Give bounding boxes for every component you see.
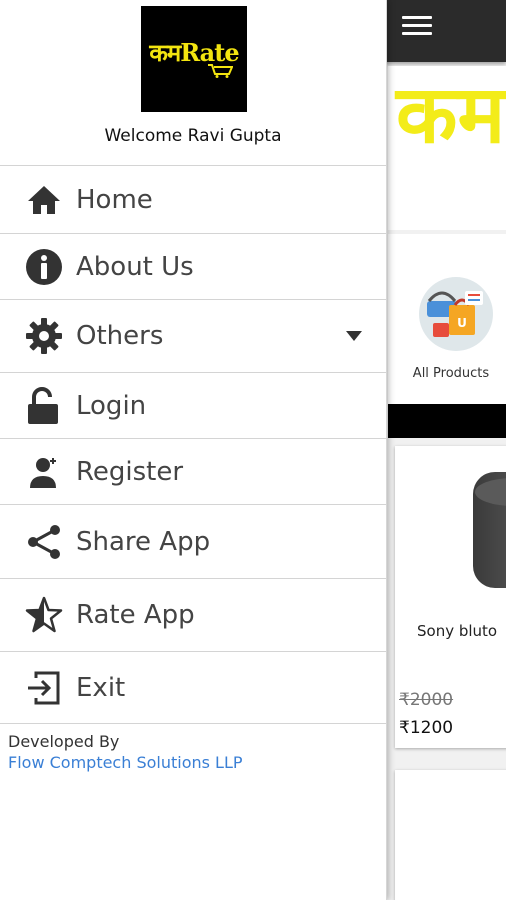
- menu-item-home[interactable]: Home: [0, 165, 386, 233]
- chevron-down-icon[interactable]: [346, 331, 362, 341]
- welcome-text: Welcome Ravi Gupta: [104, 126, 282, 146]
- drawer-menu: Home About Us Others Login Register Shar…: [0, 165, 386, 724]
- product-card[interactable]: [395, 770, 506, 900]
- home-icon: [24, 180, 64, 220]
- speaker-product-image: [473, 472, 506, 588]
- screen: कमR U All Products Sony: [0, 0, 506, 900]
- menu-item-label: Others: [76, 321, 164, 351]
- exit-icon: [24, 668, 64, 708]
- product-name: Sony bluto: [417, 622, 498, 640]
- drawer-footer: Developed By Flow Comptech Solutions LLP: [8, 732, 378, 774]
- banner-logo-text: कमR: [396, 67, 506, 161]
- category-label: All Products: [412, 366, 490, 381]
- unlock-icon: [24, 386, 64, 426]
- svg-text:U: U: [457, 316, 467, 330]
- product-card[interactable]: Sony bluto ₹2000 ₹1200: [395, 446, 506, 748]
- user-add-icon: [24, 452, 64, 492]
- menu-item-label: Register: [76, 456, 184, 487]
- menu-item-label: About Us: [76, 251, 194, 282]
- developed-by-label: Developed By: [8, 732, 120, 751]
- menu-item-about-us[interactable]: About Us: [0, 233, 386, 299]
- category-strip: U All Products: [388, 234, 506, 404]
- brand-banner[interactable]: कमR: [388, 66, 506, 230]
- product-new-price: ₹1200: [399, 718, 454, 738]
- menu-item-label: Rate App: [76, 600, 195, 630]
- share-icon: [24, 522, 64, 562]
- menu-item-login[interactable]: Login: [0, 372, 386, 438]
- all-products-icon[interactable]: U: [419, 277, 493, 351]
- info-icon: [24, 247, 64, 287]
- menu-item-label: Home: [76, 184, 153, 215]
- drawer-header: कमRate Welcome Ravi Gupta: [0, 0, 386, 166]
- menu-item-exit[interactable]: Exit: [0, 651, 386, 724]
- menu-item-register[interactable]: Register: [0, 438, 386, 504]
- menu-item-label: Share App: [76, 526, 211, 557]
- menu-item-label: Login: [76, 390, 147, 421]
- menu-item-label: Exit: [76, 672, 126, 703]
- app-logo: कमRate: [141, 6, 247, 112]
- section-divider-bar: [388, 404, 506, 438]
- cart-icon: [208, 64, 233, 78]
- star-icon: [24, 595, 64, 635]
- gear-icon: [24, 316, 64, 356]
- product-old-price: ₹2000: [399, 690, 454, 710]
- developer-link[interactable]: Flow Comptech Solutions LLP: [8, 752, 378, 774]
- menu-item-others[interactable]: Others: [0, 299, 386, 372]
- menu-item-rate-app[interactable]: Rate App: [0, 578, 386, 651]
- menu-item-share-app[interactable]: Share App: [0, 504, 386, 578]
- navigation-drawer: कमRate Welcome Ravi Gupta Home About Us …: [0, 0, 387, 900]
- menu-hamburger-icon[interactable]: [402, 14, 434, 40]
